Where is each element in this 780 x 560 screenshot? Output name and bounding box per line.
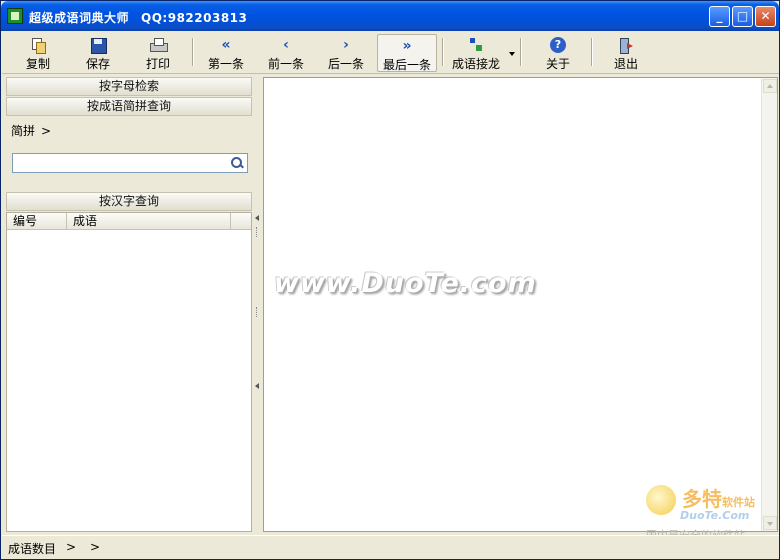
first-record-label: 第一条 <box>207 57 244 71</box>
copy-label: 复制 <box>25 57 50 71</box>
tree-icon <box>468 37 484 53</box>
chain-dropdown-arrow-icon[interactable] <box>509 52 515 56</box>
brand-url: DuoTe.Com <box>680 509 750 522</box>
app-icon <box>7 8 23 24</box>
search-by-hanzi-header[interactable]: 按汉字查询 <box>6 192 252 211</box>
idiom-detail-panel[interactable]: www.DuoTe.com <box>263 77 778 532</box>
maximize-button[interactable]: □ <box>732 6 753 27</box>
toolbar-separator <box>520 38 522 66</box>
first-record-button[interactable]: « 第一条 <box>200 34 252 72</box>
status-chevron-icon: > <box>90 540 101 554</box>
save-icon <box>90 37 107 54</box>
title-bar[interactable]: 超级成语词典大师 QQ:982203813 _ □ ✕ <box>1 1 779 31</box>
copy-button[interactable]: 复制 <box>12 34 64 72</box>
save-label: 保存 <box>85 57 110 71</box>
toolbar-separator <box>192 38 194 66</box>
panel-splitter[interactable] <box>254 77 262 532</box>
brand-name: 多特软件站 <box>682 483 755 512</box>
help-icon: ? <box>550 37 566 53</box>
last-arrow-icon: » <box>402 38 412 54</box>
next-record-button[interactable]: › 后一条 <box>320 34 372 72</box>
main-window: 超级成语词典大师 QQ:982203813 _ □ ✕ 复制 保存 打印 « 第一… <box>0 0 780 560</box>
exit-button[interactable]: 退出 <box>600 34 652 72</box>
pinyin-search-input[interactable] <box>13 154 223 172</box>
print-button[interactable]: 打印 <box>132 34 184 72</box>
left-panel: 按字母检索 按成语简拼查询 简拼 > 按汉字查询 编号 成语 <box>6 77 253 532</box>
minimize-button[interactable]: _ <box>709 6 730 27</box>
search-by-letter-header[interactable]: 按字母检索 <box>6 77 252 96</box>
toolbar-separator <box>442 38 444 66</box>
splitter-arrow-icon[interactable] <box>255 383 259 389</box>
status-chevron-icon: > <box>66 540 77 554</box>
idiom-list-header: 编号 成语 <box>7 213 251 230</box>
splitter-grip <box>256 307 259 317</box>
brand-name-text: 多特 <box>682 487 722 511</box>
brand-suffix: 软件站 <box>722 496 755 509</box>
last-record-label: 最后一条 <box>382 58 431 72</box>
pinyin-search-box <box>12 153 248 173</box>
watermark-text: www.DuoTe.com <box>274 268 537 299</box>
window-title-text: 超级成语词典大师 <box>29 11 130 25</box>
vertical-scrollbar[interactable] <box>761 78 777 531</box>
about-button[interactable]: ? 关于 <box>532 34 584 72</box>
copy-icon <box>30 37 46 54</box>
window-title-qq: QQ:982203813 <box>141 11 248 25</box>
splitter-arrow-icon[interactable] <box>255 215 259 221</box>
search-by-pinyin-header[interactable]: 按成语简拼查询 <box>6 97 252 116</box>
exit-door-icon <box>618 37 634 54</box>
search-icon[interactable] <box>230 156 244 170</box>
idiom-list[interactable]: 编号 成语 <box>6 212 252 532</box>
column-header-idiom[interactable]: 成语 <box>67 213 231 229</box>
prev-arrow-icon: ‹ <box>283 37 289 53</box>
toolbar-separator <box>591 38 593 66</box>
first-arrow-icon: « <box>221 37 231 53</box>
brand-logo <box>646 485 676 515</box>
idiom-chain-label: 成语接龙 <box>451 57 500 71</box>
print-icon <box>150 37 168 53</box>
exit-label: 退出 <box>613 57 638 71</box>
column-header-id[interactable]: 编号 <box>7 213 67 229</box>
save-button[interactable]: 保存 <box>72 34 124 72</box>
prev-record-button[interactable]: ‹ 前一条 <box>260 34 312 72</box>
idiom-chain-button[interactable]: 成语接龙 <box>448 34 504 72</box>
last-record-button[interactable]: » 最后一条 <box>377 34 437 72</box>
scroll-up-button[interactable] <box>763 79 777 93</box>
toolbar: 复制 保存 打印 « 第一条 ‹ 前一条 › 后一条 » 最后一条 成语接龙 ?… <box>2 32 779 74</box>
print-label: 打印 <box>145 57 170 71</box>
idiom-count-label: 成语数目 <box>8 542 57 556</box>
prev-record-label: 前一条 <box>267 57 304 71</box>
splitter-grip <box>256 227 259 237</box>
status-bar: 成语数目 > > <box>2 535 779 559</box>
next-arrow-icon: › <box>343 37 349 53</box>
about-label: 关于 <box>545 57 570 71</box>
jianpin-label: 简拼 <box>11 124 36 138</box>
jianpin-row: 简拼 > <box>11 122 51 139</box>
window-title: 超级成语词典大师 QQ:982203813 <box>29 9 247 26</box>
jianpin-chevron-icon: > <box>41 124 52 138</box>
next-record-label: 后一条 <box>327 57 364 71</box>
close-button[interactable]: ✕ <box>755 6 776 27</box>
